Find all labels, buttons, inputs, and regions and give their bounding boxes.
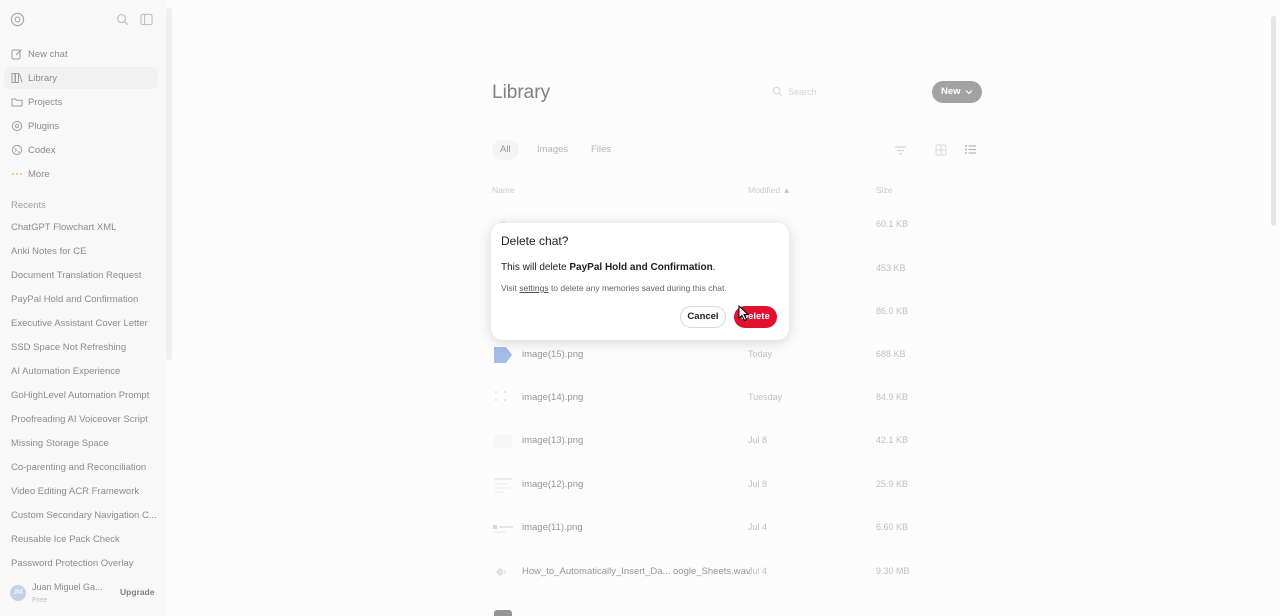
mouse-cursor-icon: [738, 305, 750, 322]
dialog-chat-name: PayPal Hold and Confirmation: [569, 262, 713, 273]
dialog-message-prefix: This will delete: [501, 262, 570, 273]
dialog-title: Delete chat?: [501, 234, 569, 248]
settings-link[interactable]: settings: [519, 283, 548, 293]
dialog-note-suffix: to delete any memories saved during this…: [548, 283, 727, 293]
delete-chat-dialog: Delete chat? This will delete PayPal Hol…: [491, 223, 789, 340]
cancel-button[interactable]: Cancel: [680, 306, 726, 328]
dialog-message-suffix: .: [712, 262, 716, 273]
dialog-note-prefix: Visit: [501, 283, 520, 293]
dialog-note: Visit settings to delete any memories sa…: [501, 283, 727, 293]
dialog-message: This will delete PayPal Hold and Confirm…: [501, 262, 716, 273]
